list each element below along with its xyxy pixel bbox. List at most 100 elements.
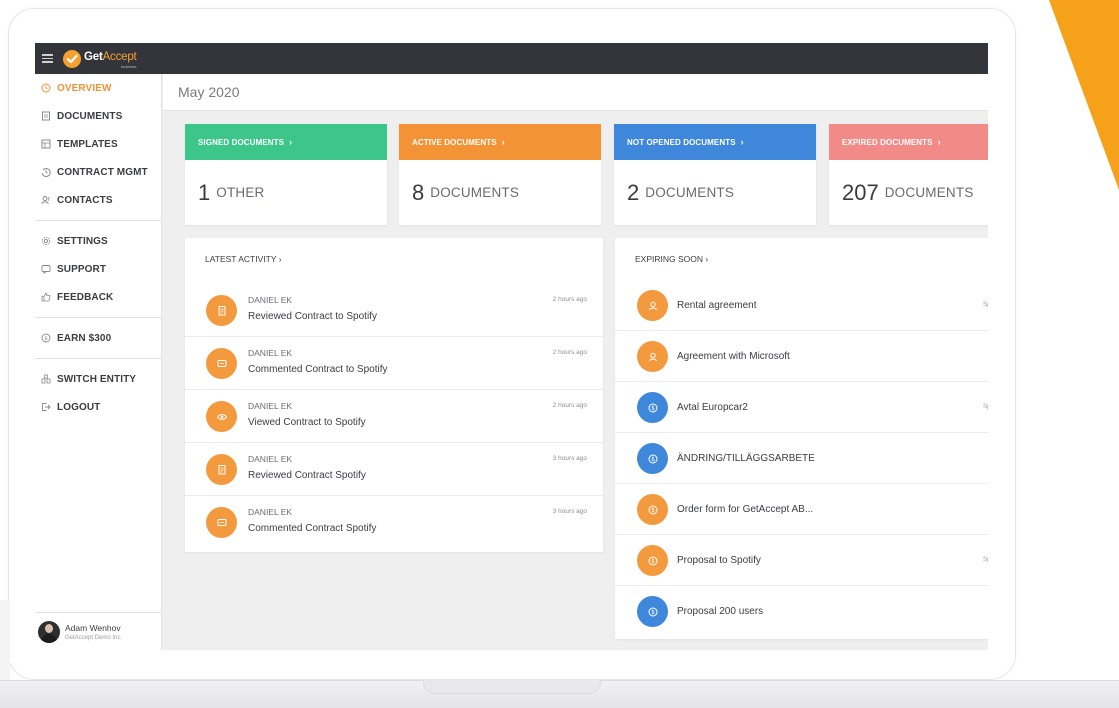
sidebar-item-label: OVERVIEW [57,82,112,94]
expiring-row[interactable]: $ Order form for GetAccept AB... [615,484,988,535]
main-content: May 2020 SIGNED DOCUMENTS › 1 OTHER ACTIV… [163,74,988,650]
page-header: May 2020 [163,74,988,111]
card-header: SIGNED DOCUMENTS › [185,124,387,160]
document-icon [40,111,51,122]
expiring-soon-title[interactable]: EXPIRING SOON › [635,254,708,264]
card-count: 2 [627,179,640,205]
activity-row[interactable]: DANIEL EK Commented Contract Spotify 3 h… [185,496,603,549]
card-header: NOT OPENED DOCUMENTS › [614,124,816,160]
comment-icon [206,348,237,379]
sidebar-item-settings[interactable]: SETTINGS [35,227,161,255]
svg-text:$: $ [651,456,655,463]
sidebar-item-label: SWITCH ENTITY [57,373,137,385]
comment-icon [206,507,237,538]
card-title: EXPIRED DOCUMENTS [842,137,933,147]
sidebar-divider [35,317,161,318]
menu-icon[interactable] [42,54,53,63]
expiring-extra: Sp [983,302,988,308]
marketing-stage: GetAccept business OVERVIEW DOCUMENTS TE… [0,0,1119,708]
laptop-notch [423,680,601,694]
expiring-row[interactable]: $ Proposal 200 users [615,586,988,637]
expiring-row[interactable]: $ ÄNDRING/TILLÄGGSARBETE [615,433,988,484]
svg-text:$: $ [651,405,655,412]
activity-user: DANIEL EK [248,348,293,358]
sidebar-item-templates[interactable]: TEMPLATES [35,130,161,158]
expiring-extra: Sp [983,557,988,563]
user-profile[interactable]: Adam Wenhov GetAccept Demo Inc. [35,612,162,650]
latest-activity-panel: LATEST ACTIVITY › DANIEL EK Reviewed Con… [185,238,603,552]
sidebar-item-label: DOCUMENTS [57,110,123,122]
review-icon [206,295,237,326]
card-body: 1 OTHER [185,160,387,225]
clock-icon [40,83,51,94]
not-opened-documents-card[interactable]: NOT OPENED DOCUMENTS › 2 DOCUMENTS [614,124,816,225]
latest-activity-title[interactable]: LATEST ACTIVITY › [205,254,282,264]
sidebar-item-feedback[interactable]: FEEDBACK [35,283,161,311]
card-unit: DOCUMENTS [884,185,974,200]
sidebar-item-label: SETTINGS [57,235,108,247]
sidebar-item-support[interactable]: SUPPORT [35,255,161,283]
activity-row[interactable]: DANIEL EK Viewed Contract to Spotify 2 h… [185,390,603,443]
active-documents-card[interactable]: ACTIVE DOCUMENTS › 8 DOCUMENTS [399,124,601,225]
activity-action: Commented Contract Spotify [248,523,377,534]
expiring-document-name: Order form for GetAccept AB... [677,504,814,515]
building-icon [40,374,51,385]
sidebar: OVERVIEW DOCUMENTS TEMPLATES CONTRACT MG… [35,74,162,650]
activity-user: DANIEL EK [248,454,293,464]
signed-documents-card[interactable]: SIGNED DOCUMENTS › 1 OTHER [185,124,387,225]
chevron-right-icon: › [937,137,941,147]
contacts-icon [40,195,51,206]
activity-action: Reviewed Contract to Spotify [248,311,377,322]
sidebar-item-earn[interactable]: $ EARN $300 [35,324,161,352]
activity-time: 3 hours ago [552,508,587,515]
sidebar-item-documents[interactable]: DOCUMENTS [35,102,161,130]
activity-user: DANIEL EK [248,401,293,411]
brand-name: GetAccept [84,51,137,63]
sidebar-item-logout[interactable]: LOGOUT [35,393,161,421]
expired-documents-card[interactable]: EXPIRED DOCUMENTS › 207 DOCUMENTS [829,124,988,225]
sidebar-item-label: CONTRACT MGMT [57,166,148,178]
sidebar-item-label: LOGOUT [57,401,101,413]
activity-row[interactable]: DANIEL EK Commented Contract to Spotify … [185,337,603,390]
template-icon [40,139,51,150]
sidebar-item-overview[interactable]: OVERVIEW [35,74,161,102]
top-bar: GetAccept business [35,43,988,74]
card-unit: DOCUMENTS [645,185,735,200]
eye-icon [206,401,237,432]
app-screen: GetAccept business OVERVIEW DOCUMENTS TE… [35,43,988,650]
dollar-icon: $ [637,392,668,423]
sidebar-item-switch-entity[interactable]: SWITCH ENTITY [35,365,161,393]
sidebar-item-contacts[interactable]: CONTACTS [35,186,161,214]
card-header: ACTIVE DOCUMENTS › [399,124,601,160]
profile-company: GetAccept Demo Inc. [65,634,123,641]
sidebar-item-label: FEEDBACK [57,291,114,303]
activity-row[interactable]: DANIEL EK Reviewed Contract Spotify 3 ho… [185,443,603,496]
sidebar-item-contract-mgmt[interactable]: CONTRACT MGMT [35,158,161,186]
review-icon [206,454,237,485]
user-icon [637,290,668,321]
activity-time: 2 hours ago [552,296,587,303]
card-count: 8 [412,179,425,205]
page-title: May 2020 [178,84,240,100]
expiring-row[interactable]: $ Proposal to Spotify Sp [615,535,988,586]
sidebar-item-label: TEMPLATES [57,138,118,150]
expiring-soon-panel: EXPIRING SOON › Rental agreement Sp Agre… [615,238,988,639]
sidebar-item-label: SUPPORT [57,263,107,275]
expiring-document-name: Agreement with Microsoft [677,351,790,362]
brand-logo[interactable]: GetAccept business [63,48,137,69]
chevron-right-icon: › [501,137,505,147]
card-title: SIGNED DOCUMENTS [198,137,285,147]
expiring-document-name: ÄNDRING/TILLÄGGSARBETE [677,453,815,464]
activity-time: 2 hours ago [552,349,587,356]
card-body: 8 DOCUMENTS [399,160,601,225]
expiring-row[interactable]: Rental agreement Sp [615,280,988,331]
activity-row[interactable]: DANIEL EK Reviewed Contract to Spotify 2… [185,284,603,337]
expiring-row[interactable]: Agreement with Microsoft [615,331,988,382]
laptop-hinge [0,600,10,680]
dollar-icon: $ [40,333,51,344]
card-unit: OTHER [216,185,265,200]
svg-text:$: $ [651,609,655,616]
expiring-row[interactable]: $ Avtal Europcar2 Sp [615,382,988,433]
chevron-right-icon: › [740,137,744,147]
card-body: 207 DOCUMENTS [829,160,988,225]
